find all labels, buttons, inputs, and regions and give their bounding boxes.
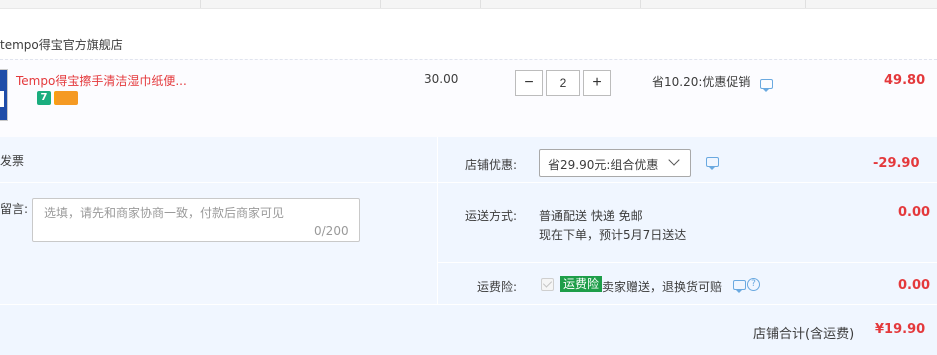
header-divider	[640, 0, 641, 8]
divider	[438, 182, 937, 183]
shop-discount-selected-value[interactable]: 省29.90元:组合优惠	[548, 156, 658, 173]
insurance-description: 卖家赠送，退换货可赔	[602, 280, 723, 294]
chat-icon[interactable]	[760, 79, 773, 92]
header-divider	[805, 0, 806, 8]
table-header-strip	[0, 0, 937, 9]
seven-day-return-badge[interactable]: 7	[37, 91, 51, 105]
shop-discount-amount: -29.90	[873, 156, 920, 171]
help-icon[interactable]: ?	[747, 278, 760, 291]
message-label: 留言:	[0, 202, 29, 216]
store-name-link[interactable]: tempo得宝官方旗舰店	[0, 36, 123, 53]
store-total-amount: ¥19.90	[875, 322, 926, 337]
divider	[0, 304, 937, 305]
quantity-increase-button[interactable]: +	[583, 70, 611, 96]
item-promo-text: 省10.20:优惠促销	[652, 75, 751, 89]
shop-discount-label: 店铺优惠:	[465, 158, 518, 172]
shipping-eta: 现在下单，预计5月7日送达	[539, 228, 687, 242]
card-payment-badge-icon[interactable]	[56, 91, 78, 105]
insurance-label: 运费险:	[477, 280, 518, 294]
insurance-amount: 0.00	[898, 278, 931, 293]
header-divider	[200, 0, 201, 8]
product-title-link[interactable]: Tempo得宝擦手清洁湿巾纸便...	[16, 72, 187, 89]
invoice-option[interactable]: 发票	[0, 152, 24, 169]
divider	[0, 182, 437, 183]
header-divider	[380, 0, 381, 8]
divider	[438, 262, 937, 263]
header-divider	[480, 0, 481, 8]
unit-price: 30.00	[424, 72, 459, 86]
shipping-label: 运送方式:	[465, 209, 518, 223]
quantity-decrease-button[interactable]: −	[515, 70, 543, 96]
shipping-amount: 0.00	[898, 205, 931, 220]
divider	[437, 137, 438, 304]
message-char-count: 0/200	[314, 224, 349, 238]
item-subtotal: 49.80	[884, 73, 926, 88]
product-thumbnail-detail	[0, 91, 4, 107]
chat-icon[interactable]	[733, 280, 746, 293]
store-total-label: 店铺合计(含运费)	[753, 327, 855, 342]
shipping-method: 普通配送 快递 免邮	[539, 209, 643, 223]
insurance-badge: 运费险	[560, 276, 603, 292]
quantity-input[interactable]	[546, 70, 580, 96]
chat-icon[interactable]	[706, 157, 719, 170]
cart-item-row	[0, 59, 937, 138]
message-placeholder: 选填，请先和商家协商一致，付款后商家可见	[44, 206, 285, 220]
